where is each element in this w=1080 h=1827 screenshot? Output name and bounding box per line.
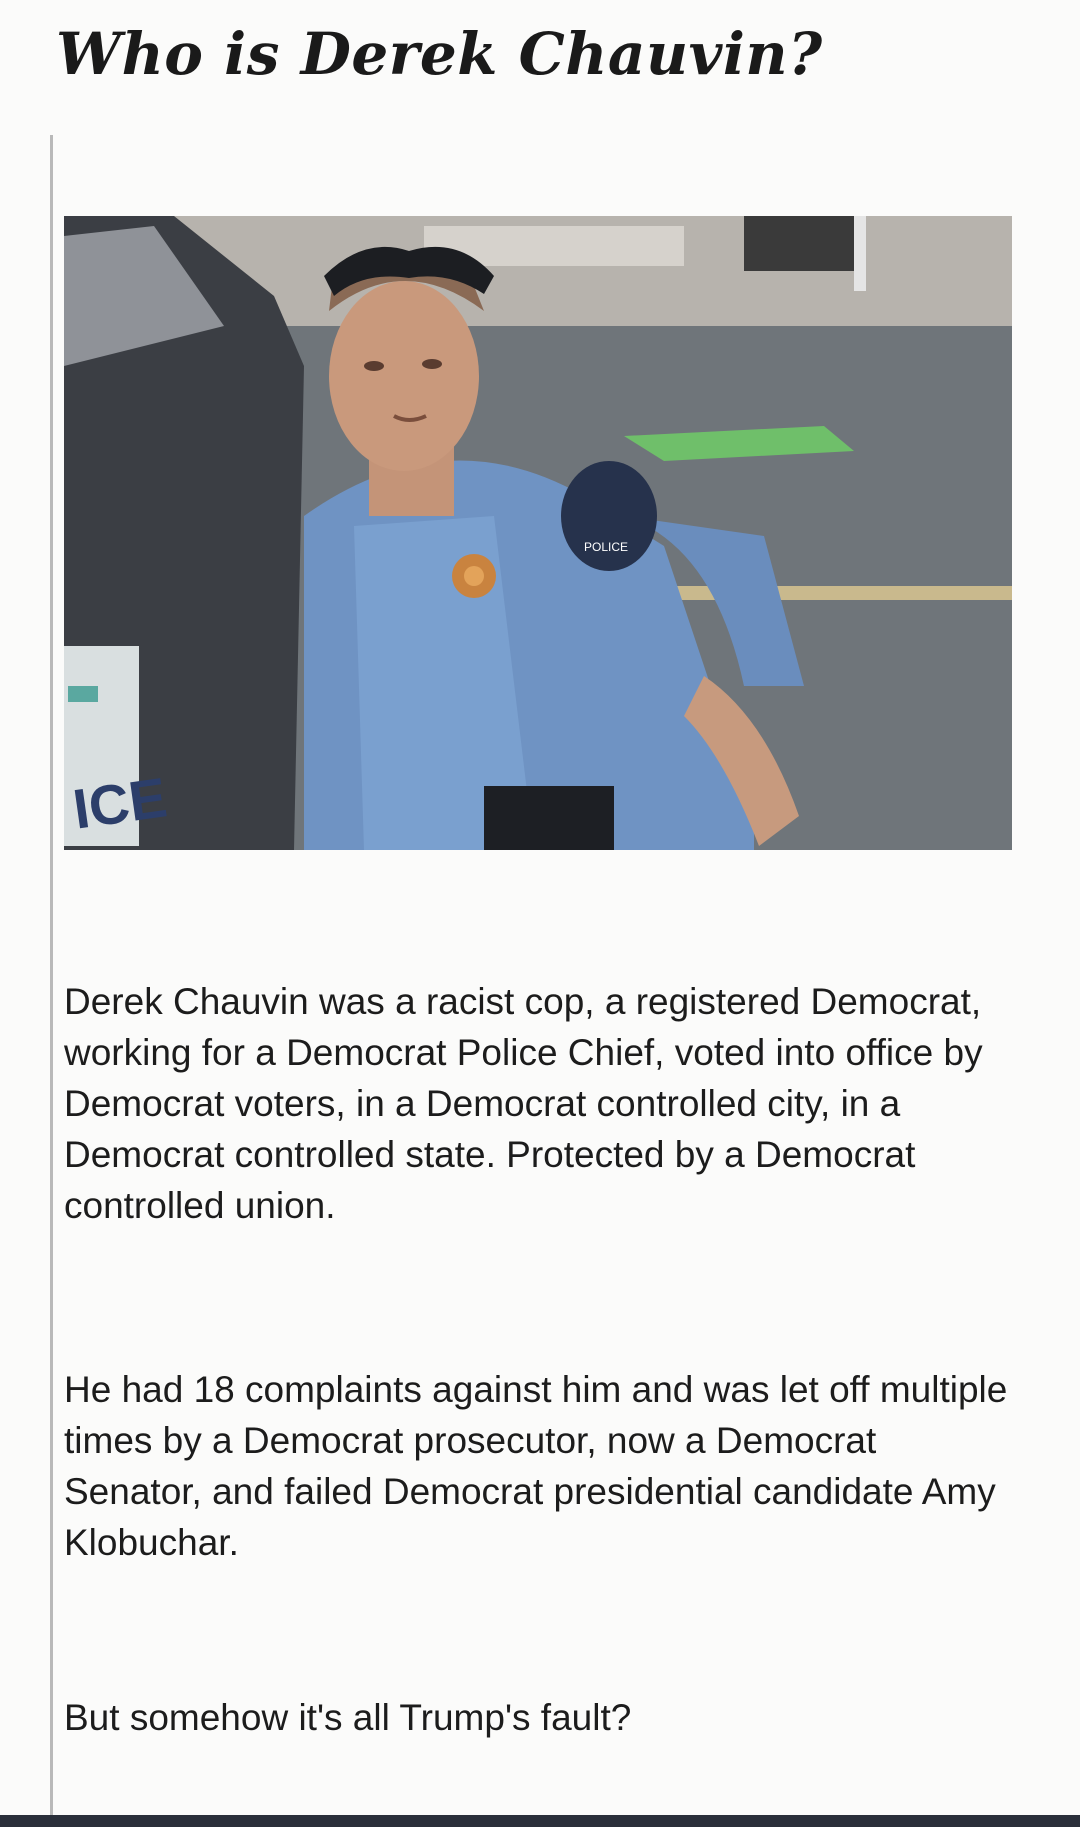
article-photo: ICE POLICE [64,216,1012,850]
bottom-bar [0,1815,1080,1827]
article-title: Who is Derek Chauvin? [56,20,823,88]
paragraph-party-affiliation: Derek Chauvin was a racist cop, a regist… [64,981,983,1226]
license-plate-text: ICE [69,765,170,840]
left-border-rule [50,135,53,1827]
shoulder-patch-text: POLICE [584,540,628,554]
paragraph-conclusion: But somehow it's all Trump's fault? [64,1697,632,1738]
paragraph-complaints: He had 18 complaints against him and was… [64,1369,1008,1563]
